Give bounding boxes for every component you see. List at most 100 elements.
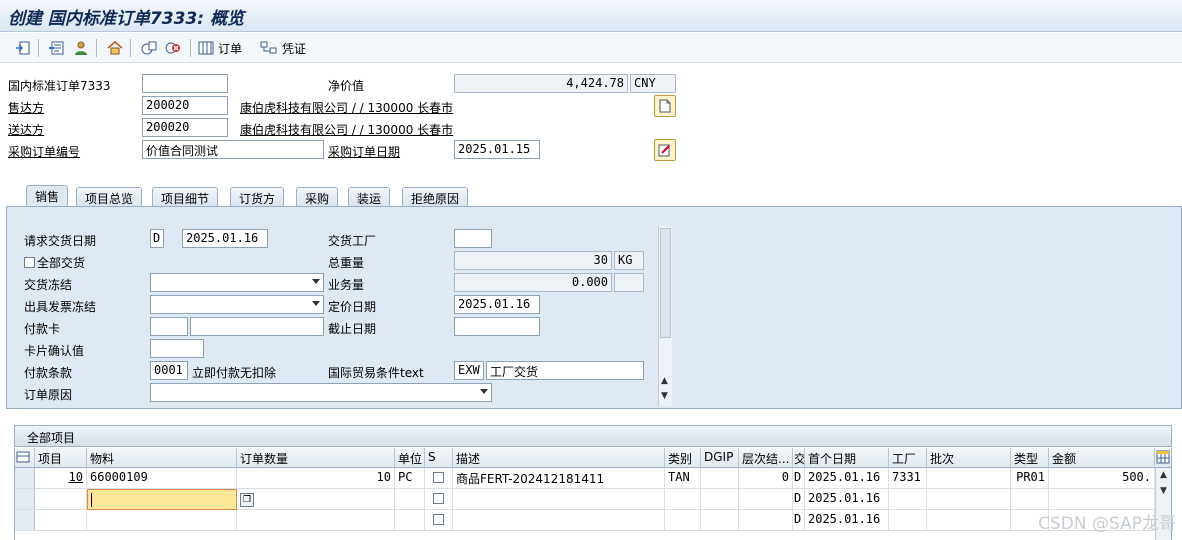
col-amount[interactable]: 金额 xyxy=(1049,448,1155,468)
status-checkbox[interactable] xyxy=(425,489,453,510)
table-settings-icon[interactable] xyxy=(1155,448,1171,468)
col-order-qty[interactable]: 订单数量 xyxy=(237,448,395,468)
col-hierarchy[interactable]: 层次结... xyxy=(739,448,793,468)
reject-icon[interactable] xyxy=(164,39,182,57)
material-input-active[interactable] xyxy=(87,489,237,510)
ship-to-field[interactable]: 200020 xyxy=(142,118,228,137)
hierarchy-cell[interactable] xyxy=(739,510,793,531)
col-batch[interactable]: 批次 xyxy=(927,448,1011,468)
dgip-cell[interactable] xyxy=(701,489,739,510)
po-number-field[interactable]: 价值合同测试 xyxy=(142,140,324,159)
scroll-up-icon[interactable]: ▲ xyxy=(1160,470,1167,480)
complete-delivery-checkbox[interactable]: 全部交货 xyxy=(24,254,85,271)
delivery-cell[interactable]: D xyxy=(793,510,805,531)
col-unit[interactable]: 单位 xyxy=(395,448,425,468)
amount-cell[interactable]: 500. xyxy=(1049,468,1155,489)
plant-cell[interactable] xyxy=(889,489,927,510)
partner-icon[interactable] xyxy=(72,39,90,57)
type-cell[interactable] xyxy=(1011,489,1049,510)
plant-cell[interactable] xyxy=(889,510,927,531)
card-type-field[interactable] xyxy=(150,317,188,336)
checkbox[interactable] xyxy=(24,257,35,268)
row-selector[interactable] xyxy=(15,510,35,531)
category-cell[interactable] xyxy=(665,510,701,531)
voucher-button[interactable]: 凭证 xyxy=(260,39,306,57)
row-selector[interactable] xyxy=(15,468,35,489)
category-cell[interactable] xyxy=(665,489,701,510)
scrollbar-thumb[interactable] xyxy=(660,228,671,338)
col-delivery[interactable]: 交 xyxy=(793,448,805,468)
delivering-plant-field[interactable] xyxy=(454,229,492,248)
dgip-cell[interactable] xyxy=(701,468,739,489)
tab-item-overview[interactable]: 项目总览 xyxy=(76,187,143,207)
batch-cell[interactable] xyxy=(927,489,1011,510)
tab-reason-rejection[interactable]: 拒绝原因 xyxy=(402,187,469,207)
scroll-down-icon[interactable]: ▼ xyxy=(1160,486,1167,496)
req-delivery-date-field[interactable]: 2025.01.16 xyxy=(182,229,268,248)
col-material[interactable]: 物料 xyxy=(87,448,237,468)
unit-cell[interactable] xyxy=(395,510,425,531)
header-icon[interactable] xyxy=(48,39,66,57)
category-cell[interactable]: TAN xyxy=(665,468,701,489)
first-date-cell[interactable]: 2025.01.16 xyxy=(805,489,889,510)
plant-cell[interactable]: 7331 xyxy=(889,468,927,489)
description-cell[interactable] xyxy=(453,510,665,531)
document-icon[interactable] xyxy=(654,95,676,117)
hierarchy-cell[interactable]: 0 xyxy=(739,468,793,489)
batch-cell[interactable] xyxy=(927,510,1011,531)
scroll-up-icon[interactable]: ▲ xyxy=(661,376,668,386)
batch-cell[interactable] xyxy=(927,468,1011,489)
card-number-field[interactable] xyxy=(190,317,324,336)
sold-to-field[interactable]: 200020 xyxy=(142,96,228,115)
description-cell[interactable]: 商品FERT-202412181411 xyxy=(453,468,665,489)
col-first-date[interactable]: 首个日期 xyxy=(805,448,889,468)
first-date-cell[interactable]: 2025.01.16 xyxy=(805,510,889,531)
value-help-icon[interactable]: ❐ xyxy=(240,493,254,507)
tab-item-detail[interactable]: 项目细节 xyxy=(152,187,219,207)
tab-sales[interactable]: 销售 xyxy=(26,185,69,207)
card-confirm-field[interactable] xyxy=(150,339,204,358)
expiry-date-field[interactable] xyxy=(454,317,540,336)
delivery-block-dropdown[interactable] xyxy=(150,273,324,292)
display-icon[interactable] xyxy=(14,39,32,57)
col-description[interactable]: 描述 xyxy=(453,448,665,468)
item-number[interactable]: 10 xyxy=(35,468,87,489)
unit-cell[interactable]: PC xyxy=(395,468,425,489)
po-date-field[interactable]: 2025.01.15 xyxy=(454,140,540,159)
type-cell[interactable]: PR01 xyxy=(1011,468,1049,489)
edit-document-icon[interactable] xyxy=(654,139,676,161)
pricing-icon[interactable] xyxy=(140,39,158,57)
billing-block-dropdown[interactable] xyxy=(150,295,324,314)
order-reason-dropdown[interactable] xyxy=(150,383,492,402)
col-dgip[interactable]: DGIP xyxy=(701,448,739,468)
select-all-icon[interactable] xyxy=(15,448,35,468)
pricing-date-field[interactable]: 2025.01.16 xyxy=(454,295,540,314)
incoterms-text-field[interactable]: 工厂交货 xyxy=(486,361,644,380)
qty-cell[interactable]: ❐ xyxy=(237,489,395,510)
hierarchy-cell[interactable] xyxy=(739,489,793,510)
first-date-cell[interactable]: 2025.01.16 xyxy=(805,468,889,489)
col-s[interactable]: S xyxy=(425,448,453,468)
incoterms-field[interactable]: EXW xyxy=(454,361,484,380)
panel-scrollbar[interactable]: ▲ ▼ xyxy=(658,226,672,406)
qty-cell[interactable]: 10 xyxy=(237,468,395,489)
order-number-field[interactable] xyxy=(142,74,228,93)
home-icon[interactable] xyxy=(106,39,124,57)
row-selector[interactable] xyxy=(15,489,35,510)
tab-ordering-party[interactable]: 订货方 xyxy=(230,187,285,207)
col-plant[interactable]: 工厂 xyxy=(889,448,927,468)
material-cell[interactable]: 66000109 xyxy=(87,468,237,489)
status-checkbox[interactable] xyxy=(425,468,453,489)
col-type[interactable]: 类型 xyxy=(1011,448,1049,468)
status-checkbox[interactable] xyxy=(425,510,453,531)
scroll-down-icon[interactable]: ▼ xyxy=(661,391,668,401)
item-number[interactable] xyxy=(35,510,87,531)
description-cell[interactable] xyxy=(453,489,665,510)
date-type-field[interactable]: D xyxy=(150,229,164,248)
tab-procurement[interactable]: 采购 xyxy=(296,187,339,207)
tab-shipping[interactable]: 装运 xyxy=(348,187,391,207)
dgip-cell[interactable] xyxy=(701,510,739,531)
col-item[interactable]: 项目 xyxy=(35,448,87,468)
amount-cell[interactable] xyxy=(1049,489,1155,510)
col-category[interactable]: 类别 xyxy=(665,448,701,468)
